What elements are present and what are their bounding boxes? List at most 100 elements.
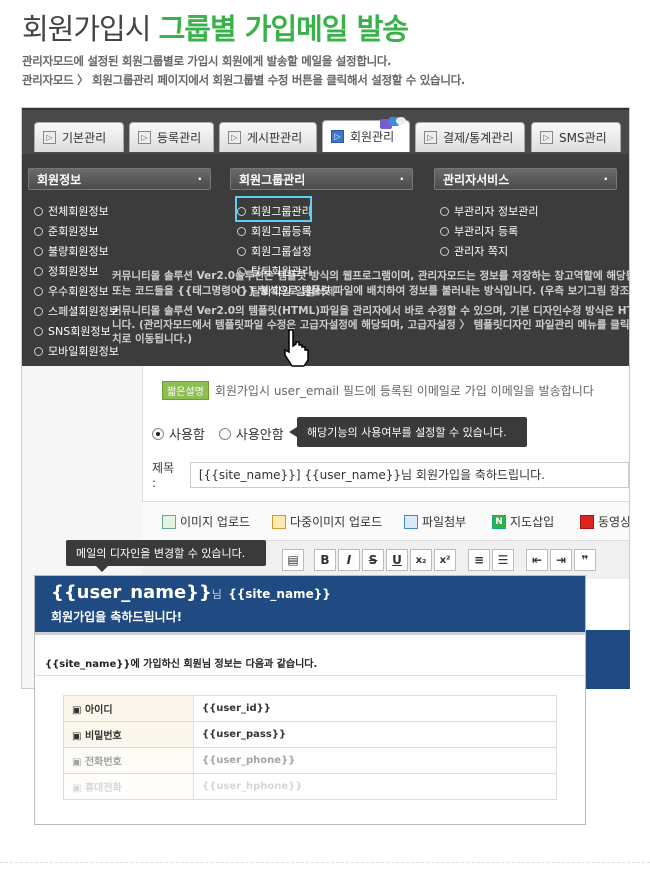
outdent-icon[interactable]: ⇤: [526, 549, 548, 571]
image-upload-button[interactable]: 이미지 업로드: [162, 513, 250, 530]
unordered-list-icon[interactable]: ☰: [492, 549, 514, 571]
mail-header-line1: {{user_name}}님 {{site_name}}: [51, 582, 331, 603]
menu-item-subadmin-info[interactable]: 부관리자 정보관리: [440, 203, 538, 219]
subject-row: 제목 : [{{site_name}}] {{user_name}}님 회원가입…: [152, 459, 629, 490]
table-row: ▣ 아이디 {{user_id}}: [63, 695, 557, 722]
ordered-list-icon[interactable]: ≡: [468, 549, 490, 571]
mega-menu: 커뮤니티몰 솔루션 Ver2.0솔루션은 템플릿 방식의 웹프로그램이며, 관리…: [22, 154, 630, 366]
tab-icon: ▷: [540, 131, 553, 144]
help-tag: 짧은설명: [162, 381, 209, 400]
subscript-button[interactable]: x₂: [410, 549, 432, 571]
menu-item-mobile[interactable]: 모바일회원정보: [34, 343, 119, 359]
tab-icon: ▷: [138, 131, 151, 144]
multi-image-upload-button[interactable]: 다중이미지 업로드: [272, 513, 382, 530]
highlight-box: [235, 196, 312, 222]
tab-label: 기본관리: [62, 131, 107, 145]
menu-item-sns[interactable]: SNS회원정보: [34, 323, 111, 339]
description-line-1: 관리자모드에 설정된 회원그룹별로 가입시 회원에게 발송할 메일을 설정합니다…: [22, 54, 392, 68]
tooltip-design: 메일의 디자인을 변경할 수 있습니다.: [66, 540, 266, 572]
mail-header-backdrop: [586, 630, 630, 689]
bold-button[interactable]: B: [314, 549, 336, 571]
mail-honorific: 님: [211, 588, 222, 601]
attachment-toolbar: 이미지 업로드 다중이미지 업로드 파일첨부 N 지도삽입 동영상: [142, 501, 629, 541]
menu-item-group-register[interactable]: 회원그룹등록: [237, 223, 312, 239]
member-info-table: ▣ 아이디 {{user_id}} ▣ 비밀번호 {{user_pass}} ▣ 전…: [63, 695, 557, 800]
file-attach-button[interactable]: 파일첨부: [404, 513, 466, 530]
table-row: ▣ 휴대전화 {{user_hphone}}: [63, 773, 557, 800]
tooltip-use: 해당기능의 사용여부를 설정할 수 있습니다.: [289, 417, 527, 447]
indent-icon[interactable]: ⇥: [550, 549, 572, 571]
mail-intro: {{site_name}}에 가입하신 회원님 정보는 다음과 같습니다.: [45, 659, 318, 670]
tab-payment[interactable]: ▷ 결제/통계관리: [415, 122, 525, 152]
menu-header-label: 회원그룹관리: [239, 172, 306, 187]
mail-body: {{site_name}}에 가입하신 회원님 정보는 다음과 같습니다. ▣ …: [35, 632, 585, 824]
tab-sms[interactable]: ▷ SMS관리: [531, 122, 621, 152]
tab-basic[interactable]: ▷ 기본관리: [34, 122, 124, 152]
menu-item-bad[interactable]: 불량회원정보: [34, 243, 109, 259]
menu-header-label: 관리자서비스: [443, 172, 510, 187]
video-icon: [580, 514, 594, 529]
tab-label: 게시판관리: [247, 131, 303, 145]
notification-badge-icon: [380, 117, 406, 129]
tab-register[interactable]: ▷ 등록관리: [129, 122, 214, 152]
hand-cursor-icon: [284, 329, 309, 367]
map-insert-button[interactable]: N 지도삽입: [492, 513, 554, 530]
quote-icon[interactable]: ❞: [574, 549, 596, 571]
title-plain: 회원가입시: [22, 12, 151, 46]
divider: [35, 675, 585, 676]
description-line-2: 관리자모드 〉 회원그룹관리 페이지에서 회원그룹별 수정 버튼을 클릭해서 설…: [22, 73, 465, 87]
mail-site-name: {{site_name}}: [228, 587, 331, 601]
radio-use[interactable]: 사용함: [152, 424, 205, 443]
menu-header-admin: 관리자서비스 ·: [434, 168, 617, 190]
tab-board[interactable]: ▷ 게시판관리: [219, 122, 317, 152]
radio-not-use[interactable]: 사용안함: [218, 424, 284, 443]
subject-input[interactable]: [{{site_name}}] {{user_name}}님 회원가입을 축하드…: [189, 461, 629, 488]
folder-icon: [272, 514, 286, 529]
ghost-text: 니다. (관리자모드에서 템플릿파일 수정은 고급자설정에 해당되며, 고급자설…: [112, 319, 630, 331]
strike-button[interactable]: S: [362, 549, 384, 571]
page-icon[interactable]: ▤: [282, 549, 304, 571]
tab-label: 결제/통계관리: [443, 131, 514, 145]
ghost-text: 또는 코드들을 {{태그명령어}} 형식으로 템플릿 파일에 배치하여 정보를 …: [112, 285, 630, 297]
table-row: ▣ 비밀번호 {{user_pass}}: [63, 721, 557, 748]
menu-header-member-info: 회원정보 ·: [28, 168, 211, 190]
naver-icon: N: [492, 514, 506, 529]
title-accent: 그룹별 가입메일 발송: [158, 12, 409, 46]
tab-icon: ▷: [228, 131, 241, 144]
menu-item-vip[interactable]: 우수회원정보: [34, 283, 109, 299]
tab-bar: ▷ 기본관리 ▷ 등록관리 ▷ 게시판관리 ▷ 회원관리 ▷ 결제/통계관리 ▷ SMS관리: [22, 108, 629, 154]
menu-header-group: 회원그룹관리 ·: [230, 168, 413, 190]
ghost-text: 커뮤니티몰 솔루션 Ver2.0의 템플릿(HTML)파일을 관리자에서 바로 …: [112, 305, 630, 317]
subject-label: 제목 :: [152, 461, 175, 490]
mail-preview: {{user_name}}님 {{site_name}} 회원가입을 축하드립니…: [34, 575, 586, 825]
ghost-text: 커뮤니티몰 솔루션 Ver2.0솔루션은 템플릿 방식의 웹프로그램이며, 관리…: [112, 270, 630, 282]
mail-user-name: {{user_name}}: [51, 582, 212, 603]
table-row: ▣ 전화번호 {{user_phone}}: [63, 747, 557, 774]
tab-icon: ▷: [424, 131, 437, 144]
mail-congrats: 회원가입을 축하드립니다!: [51, 610, 183, 624]
menu-item-special[interactable]: 스페셜회원정보: [34, 303, 119, 319]
bottom-divider: [0, 862, 650, 864]
help-description: 회원가입시 user_email 필드에 등록된 이메일로 가입 이메일을 발송…: [214, 384, 594, 398]
italic-button[interactable]: I: [338, 549, 360, 571]
mail-header: {{user_name}}님 {{site_name}} 회원가입을 축하드립니…: [35, 576, 585, 632]
image-icon: [162, 514, 176, 529]
menu-item-admin-note[interactable]: 관리자 쪽지: [440, 243, 508, 259]
tab-label: 등록관리: [157, 131, 202, 145]
tab-icon: ▷: [331, 130, 344, 143]
menu-item-all-members[interactable]: 전체회원정보: [34, 203, 109, 219]
menu-item-subadmin-register[interactable]: 부관리자 등록: [440, 223, 518, 239]
page-title: 회원가입시 그룹별 가입메일 발송: [22, 6, 409, 48]
file-icon: [404, 514, 418, 529]
menu-item-associate[interactable]: 준회원정보: [34, 223, 99, 239]
menu-item-regular[interactable]: 정회원정보: [34, 263, 99, 279]
superscript-button[interactable]: x²: [434, 549, 456, 571]
tab-icon: ▷: [43, 131, 56, 144]
menu-item-withdrawn-delete[interactable]: 탈퇴회원 일괄삭제: [237, 283, 335, 299]
menu-header-label: 회원정보: [37, 172, 82, 187]
menu-item-withdrawn[interactable]: 탈퇴회원관리: [237, 263, 312, 279]
video-button[interactable]: 동영상: [580, 513, 629, 530]
use-radio-group: 사용함 사용안함: [152, 424, 284, 443]
underline-button[interactable]: U: [386, 549, 408, 571]
menu-item-group-settings[interactable]: 회원그룹설정: [237, 243, 312, 259]
